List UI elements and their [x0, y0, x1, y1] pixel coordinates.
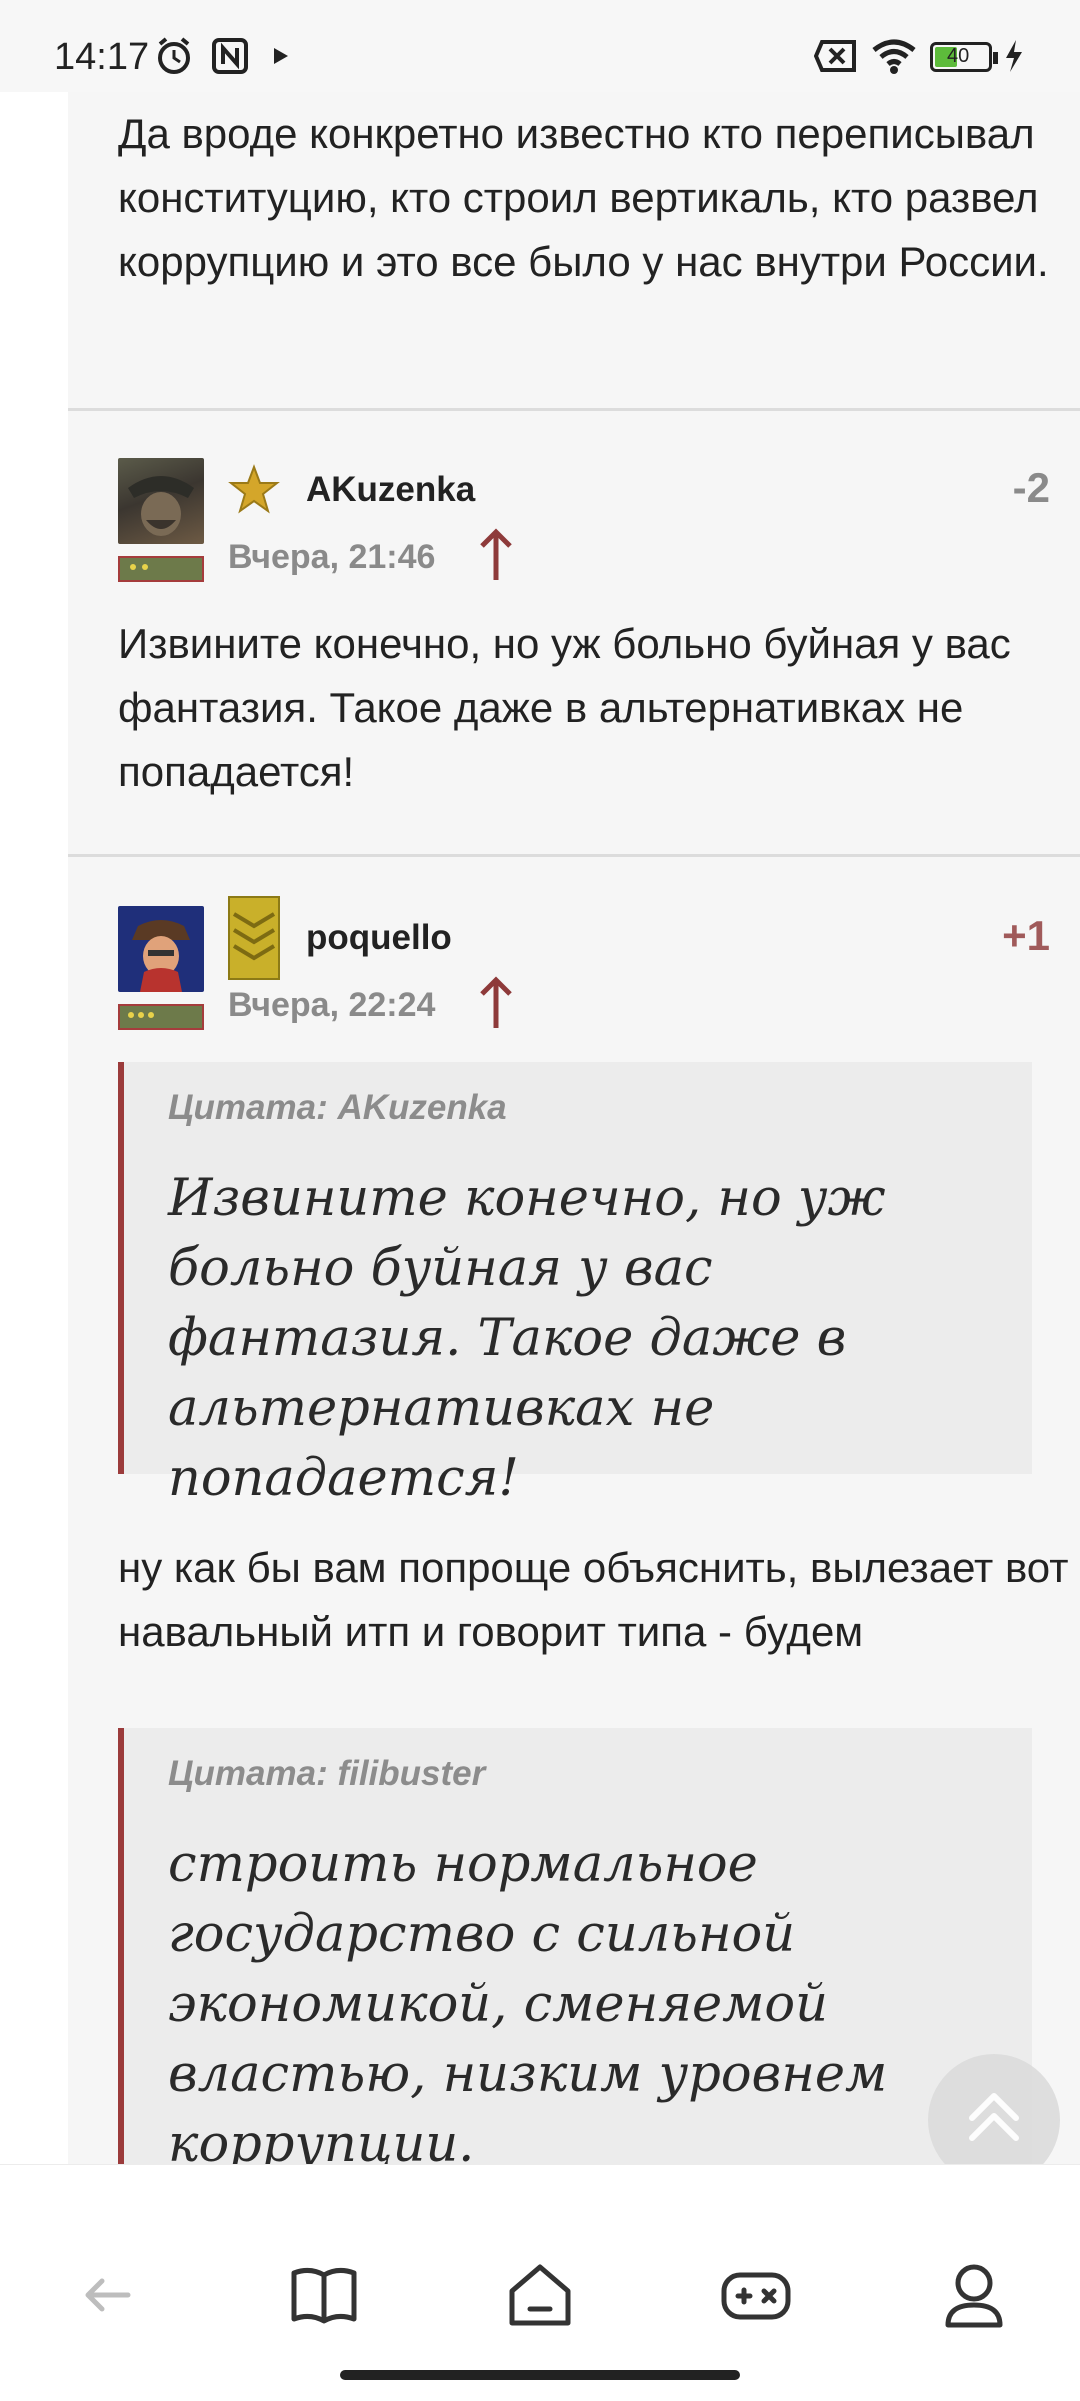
sim-off-icon — [814, 40, 856, 72]
quote-author: Цитата: filibuster — [168, 1754, 486, 1793]
quote-text: Извините конечно, но уж больно буйная у … — [168, 1169, 886, 1508]
book-icon[interactable] — [284, 2255, 364, 2335]
nfc-icon — [212, 38, 248, 74]
status-time: 14:17 — [54, 36, 150, 78]
arrow-up-icon[interactable] — [476, 976, 516, 1032]
divider — [68, 408, 1080, 411]
rank-bar — [118, 556, 204, 582]
quote-block: Цитата: AKuzenka Извините конечно, но уж… — [118, 1062, 1032, 1508]
post-text: Да вроде конкретно известно кто переписы… — [118, 110, 1049, 285]
double-chevron-up-icon — [969, 2093, 1019, 2141]
comment-score: +1 — [1002, 912, 1050, 959]
quote-block: Цитата: filibuster строить нормальное го… — [118, 1728, 1032, 2164]
battery-icon: 40 — [930, 42, 998, 72]
avatar[interactable] — [118, 458, 204, 544]
avatar[interactable] — [118, 906, 204, 992]
alarm-icon — [158, 37, 190, 74]
divider — [68, 854, 1080, 857]
play-icon — [274, 48, 288, 64]
back-icon[interactable] — [68, 2255, 148, 2335]
bottom-nav — [0, 2164, 1080, 2401]
quote-author: Цитата: AKuzenka — [168, 1088, 507, 1127]
battery-level: 40 — [947, 45, 970, 67]
comment-date: Вчера, 22:24 — [228, 986, 436, 1024]
star-rank-icon — [228, 464, 280, 514]
comment-text: Извините конечно, но уж больно буйная у … — [118, 620, 1011, 795]
home-icon[interactable] — [500, 2255, 580, 2335]
comment-username[interactable]: AKuzenka — [306, 470, 475, 510]
rank-bar — [118, 1004, 204, 1030]
comments-feed[interactable]: Да вроде конкретно известно кто переписы… — [68, 92, 1080, 2164]
comment-score: -2 — [1012, 464, 1050, 511]
profile-icon[interactable] — [934, 2255, 1014, 2335]
home-indicator[interactable] — [340, 2370, 740, 2380]
comment-text: ну как бы вам попроще объяснить, вылезае… — [118, 1544, 1069, 1655]
wifi-icon — [872, 39, 916, 74]
status-bar: 14:17 40 — [0, 0, 1080, 92]
quote-text: строить нормальное государство с сильной… — [168, 1835, 888, 2164]
charging-icon — [1006, 40, 1022, 72]
gamepad-icon[interactable] — [716, 2255, 796, 2335]
arrow-up-icon[interactable] — [476, 528, 516, 584]
chevron-rank-icon — [228, 896, 280, 980]
comment-date: Вчера, 21:46 — [228, 538, 436, 576]
comment-username[interactable]: poquello — [306, 918, 452, 958]
